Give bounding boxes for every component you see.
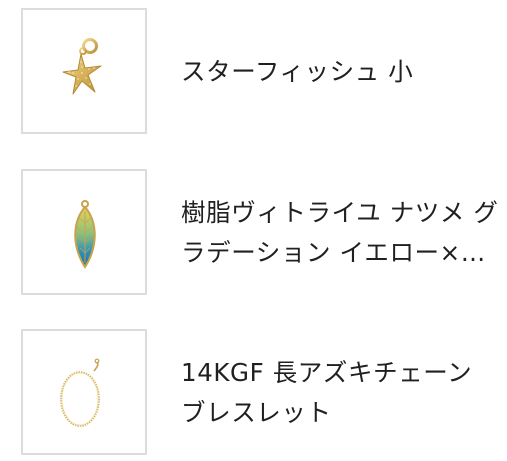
resin-leaf-pendant-icon <box>74 200 96 269</box>
product-thumbnail[interactable] <box>21 8 147 134</box>
product-title-line: ブレスレット <box>181 398 332 427</box>
product-list: スターフィッシュ 小 樹脂ヴィトライユ ナツメ グ ラデーション イエロー×ブ…… <box>0 0 507 461</box>
chain-bracelet-icon <box>60 358 100 427</box>
product-title-line: 樹脂ヴィトライユ ナツメ グ <box>181 198 499 227</box>
starfish-charm-icon <box>62 38 102 95</box>
product-title-line: 14KGF 長アズキチェーン <box>181 358 473 387</box>
product-title[interactable]: スターフィッシュ 小 <box>181 52 507 92</box>
product-title-line: スターフィッシュ 小 <box>181 57 414 86</box>
product-title[interactable]: 14KGF 長アズキチェーン ブレスレット <box>181 353 507 433</box>
product-thumbnail[interactable] <box>21 169 147 295</box>
product-item-starfish[interactable]: スターフィッシュ 小 <box>0 6 507 136</box>
product-title-line: ラデーション イエロー×ブ… <box>181 238 503 267</box>
product-thumbnail[interactable] <box>21 329 147 455</box>
product-title[interactable]: 樹脂ヴィトライユ ナツメ グ ラデーション イエロー×ブ… <box>181 193 507 273</box>
product-item-resin-pendant[interactable]: 樹脂ヴィトライユ ナツメ グ ラデーション イエロー×ブ… <box>0 167 507 297</box>
product-item-chain-bracelet[interactable]: 14KGF 長アズキチェーン ブレスレット <box>0 327 507 457</box>
